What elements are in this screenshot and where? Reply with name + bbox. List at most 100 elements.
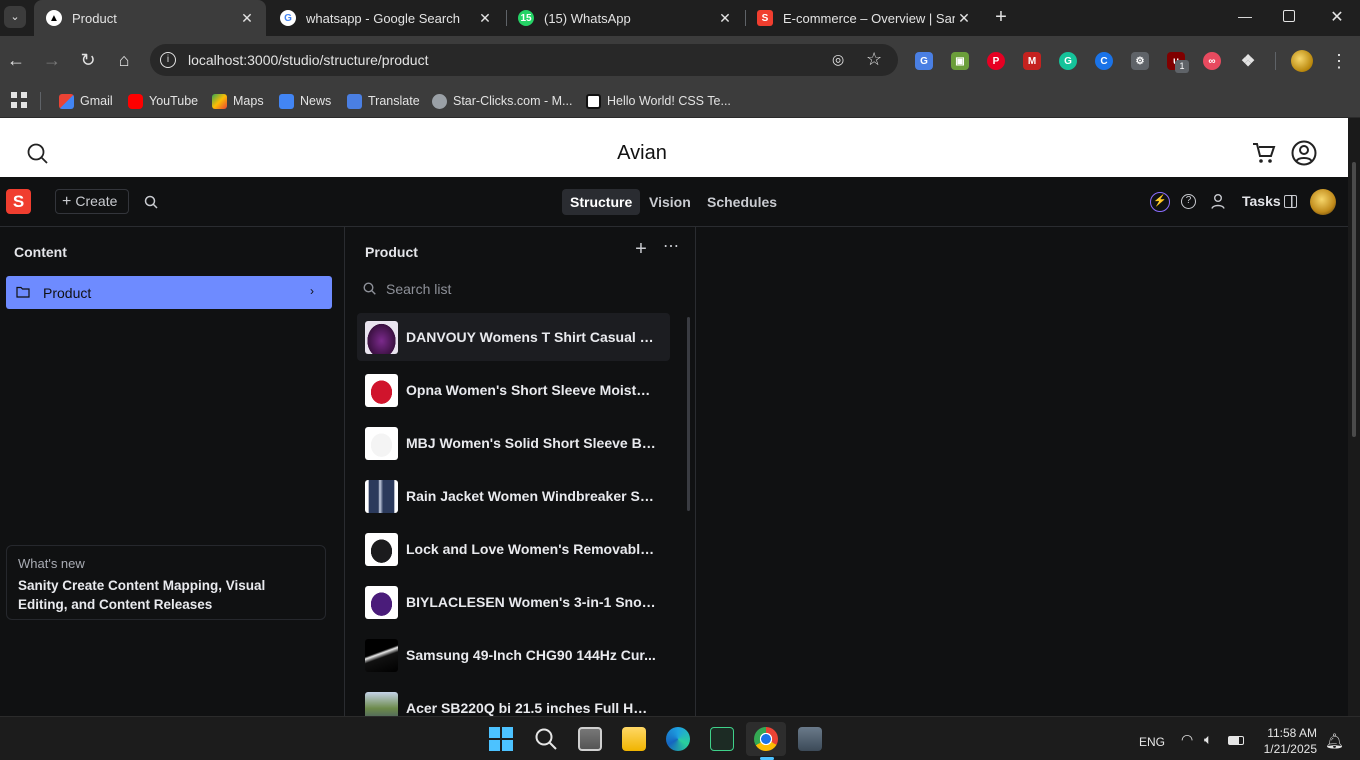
page-scrollbar[interactable] [1348,118,1360,716]
list-item[interactable]: BIYLACLESEN Women's 3-in-1 Snow... [357,578,670,626]
eye-off-icon[interactable]: ◎ [832,51,850,69]
apps-grid-icon[interactable] [11,92,27,108]
mail-ext-icon[interactable]: M [1023,52,1041,70]
chrome-menu-icon[interactable]: ⋮ [1330,50,1348,72]
bookmark-codepen[interactable]: Hello World! CSS Te... [586,92,731,110]
chrome-icon[interactable] [754,727,778,751]
product-pane-title: Product [365,244,418,260]
windows-start-icon[interactable] [489,727,513,751]
wifi-icon[interactable]: ◠ [1181,731,1193,748]
presence-users-icon[interactable] [1210,193,1226,210]
bookmark-star-clicks[interactable]: Star-Clicks.com - M... [432,92,572,110]
site-header: Avian [0,118,1348,177]
help-icon[interactable]: ? [1181,194,1196,209]
close-tab-icon[interactable]: ✕ [476,10,494,27]
product-title: Lock and Love Women's Removable ... [406,541,656,557]
url-text[interactable]: localhost:3000/studio/structure/product [188,52,428,68]
more-options-icon[interactable]: ⋯ [662,239,680,259]
tab-structure[interactable]: Structure [562,189,641,215]
tab-whatsapp[interactable]: 15 (15) WhatsApp ✕ [506,0,744,36]
account-icon[interactable] [1291,140,1317,166]
list-item[interactable]: Opna Women's Short Sleeve Moisture [357,366,670,414]
content-item-product[interactable]: Product › [6,276,332,309]
bookmark-maps[interactable]: Maps [212,92,264,110]
tools-ext-icon[interactable]: ⚙ [1131,52,1149,70]
home-icon[interactable]: ⌂ [112,48,136,72]
list-item[interactable]: Lock and Love Women's Removable ... [357,525,670,573]
back-icon[interactable]: ← [4,48,28,72]
list-item[interactable]: MBJ Women's Solid Short Sleeve Bo... [357,419,670,467]
list-item[interactable]: DANVOUY Womens T Shirt Casual C... [357,313,670,361]
battery-icon[interactable] [1228,736,1244,745]
profile-avatar[interactable] [1291,50,1313,72]
tab-google-search[interactable]: G whatsapp - Google Search ✕ [268,0,504,36]
address-bar[interactable]: i localhost:3000/studio/structure/produc… [150,44,898,76]
list-search-input[interactable]: Search list [357,274,670,302]
green-ext-icon[interactable]: ▣ [951,52,969,70]
tab-schedules[interactable]: Schedules [699,189,785,215]
close-tab-icon[interactable]: ✕ [716,10,734,27]
translate-icon [347,93,362,109]
new-tab-icon[interactable]: + [990,6,1012,28]
plus-icon: + [62,193,72,210]
bookmark-youtube[interactable]: YouTube [128,92,198,110]
brand-title[interactable]: Avian [0,118,1284,177]
windows-taskbar: ENG ◠ 🔈︎ 11:58 AM 1/21/2025 🔔︎ [0,716,1360,760]
user-avatar[interactable] [1310,189,1336,215]
bookmark-translate[interactable]: Translate [347,92,420,110]
remote-desktop-icon[interactable] [798,727,822,751]
tab-product[interactable]: ▲ Product ✕ [34,0,266,36]
list-item[interactable]: Samsung 49-Inch CHG90 144Hz Cur... [357,631,670,679]
list-scrollbar[interactable] [687,317,690,511]
product-thumbnail [365,533,398,566]
sanity-logo[interactable]: S [6,189,31,214]
list-item[interactable]: Rain Jacket Women Windbreaker Stri... [357,472,670,520]
tab-search-icon[interactable]: ⌄ [4,6,26,28]
pinterest-icon[interactable]: P [987,52,1005,70]
tab-vision[interactable]: Vision [641,189,699,215]
minimize-icon[interactable]: — [1236,8,1254,26]
list-item[interactable]: Acer SB220Q bi 21.5 inches Full HD (... [357,684,670,716]
restore-icon[interactable] [1283,10,1295,22]
globe-icon [432,93,447,109]
extension-badge: 1 [1175,60,1189,73]
search-icon[interactable] [534,727,558,751]
bolt-icon[interactable]: ⚡ [1150,192,1170,212]
add-document-icon[interactable]: + [632,239,650,259]
create-label: Create [75,193,118,209]
infinity-ext-icon[interactable]: ∞ [1203,52,1221,70]
close-tab-icon[interactable]: ✕ [955,10,973,27]
whats-new-card[interactable]: What's new Sanity Create Content Mapping… [6,545,326,620]
tab-title: E-commerce – Overview | Sanity [783,10,955,26]
clock-time[interactable]: 11:58 AM [1262,726,1317,740]
translate-ext-icon[interactable]: G [915,52,933,70]
language-indicator[interactable]: ENG [1139,735,1165,749]
bookmark-star-icon[interactable]: ☆ [866,49,882,70]
search-icon[interactable] [144,195,158,209]
notification-bell-icon[interactable]: 🔔︎ [1325,732,1344,750]
tasks-label[interactable]: Tasks [1242,193,1281,209]
extensions-puzzle-icon[interactable]: ❖ [1239,52,1257,70]
clock-date[interactable]: 1/21/2025 [1256,742,1317,756]
volume-icon[interactable]: 🔈︎ [1204,731,1212,748]
forward-icon[interactable]: → [40,48,64,72]
tab-sanity-overview[interactable]: S E-commerce – Overview | Sanity ✕ [745,0,983,36]
page-scrollbar-thumb[interactable] [1352,162,1356,437]
close-tab-icon[interactable]: ✕ [238,10,256,27]
reload-icon[interactable]: ↻ [76,48,100,72]
edge-icon[interactable] [666,727,690,751]
sidebar-toggle-icon[interactable] [1284,195,1297,208]
site-info-icon[interactable]: i [160,52,176,68]
file-explorer-icon[interactable] [622,727,646,751]
whats-new-kicker: What's new [18,556,85,571]
grammarly-icon[interactable]: G [1059,52,1077,70]
cart-icon[interactable] [1252,142,1276,164]
app-icon[interactable] [710,727,734,751]
blue-ext-icon[interactable]: C [1095,52,1113,70]
bookmark-gmail[interactable]: Gmail [59,92,113,110]
bookmark-news[interactable]: News [279,92,331,110]
close-window-icon[interactable]: ✕ [1328,7,1346,26]
task-view-icon[interactable] [578,727,602,751]
create-button[interactable]: + Create [55,189,129,214]
bookmarks-divider [40,92,41,110]
